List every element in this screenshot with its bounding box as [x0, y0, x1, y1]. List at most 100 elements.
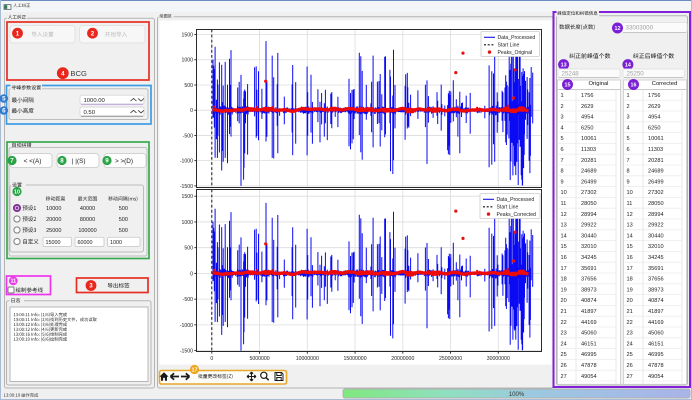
svg-text:20: 20 — [627, 298, 633, 304]
svg-text:80000: 80000 — [80, 217, 95, 223]
svg-text:Start Line: Start Line — [497, 205, 519, 211]
svg-text:38973: 38973 — [581, 287, 597, 293]
svg-text:28050: 28050 — [648, 201, 664, 207]
svg-text:4: 4 — [627, 125, 630, 131]
svg-text:27302: 27302 — [648, 190, 664, 196]
svg-text:10000: 10000 — [46, 206, 61, 212]
svg-text:60000: 60000 — [78, 240, 93, 246]
svg-text:500: 500 — [119, 228, 128, 234]
svg-text:2: 2 — [91, 30, 95, 37]
svg-text:44169: 44169 — [581, 320, 597, 326]
svg-text:1000: 1000 — [181, 220, 193, 226]
svg-text:15000000: 15000000 — [344, 356, 367, 362]
svg-text:16: 16 — [561, 255, 567, 261]
svg-text:0: 0 — [190, 108, 193, 114]
svg-text:4: 4 — [61, 70, 65, 77]
svg-text:Peaks_Corrected: Peaks_Corrected — [497, 212, 537, 218]
svg-text:30440: 30440 — [581, 233, 597, 239]
svg-text:11303: 11303 — [648, 147, 663, 153]
svg-text:1000.00: 1000.00 — [84, 98, 106, 104]
svg-text:30000000: 30000000 — [487, 356, 510, 362]
svg-text:BCG: BCG — [70, 69, 87, 78]
svg-text:Start Line: Start Line — [498, 43, 520, 49]
svg-text:45060: 45060 — [648, 331, 664, 337]
svg-text:-500: -500 — [183, 133, 193, 139]
svg-text:2629: 2629 — [581, 104, 593, 110]
svg-text:100000: 100000 — [78, 228, 96, 234]
svg-text:10000000: 10000000 — [296, 356, 319, 362]
svg-text:12: 12 — [561, 212, 567, 218]
svg-text:Original: Original — [589, 81, 609, 87]
svg-text:26: 26 — [627, 363, 633, 369]
svg-text:6: 6 — [2, 108, 6, 115]
svg-text:25248: 25248 — [562, 70, 580, 77]
svg-text:0.50: 0.50 — [84, 110, 96, 116]
svg-text:20: 20 — [561, 298, 567, 304]
svg-text:46151: 46151 — [648, 341, 664, 347]
svg-text:20000000: 20000000 — [391, 356, 414, 362]
svg-text:34245: 34245 — [581, 255, 597, 261]
svg-text:5: 5 — [627, 136, 630, 142]
svg-text:25000000: 25000000 — [439, 356, 462, 362]
svg-text:35691: 35691 — [581, 266, 597, 272]
svg-text:37656: 37656 — [581, 277, 597, 283]
svg-text:-500: -500 — [183, 297, 193, 303]
svg-text:6250: 6250 — [648, 125, 660, 131]
svg-text:9: 9 — [627, 179, 630, 185]
svg-text:22: 22 — [627, 320, 633, 326]
svg-text:17: 17 — [561, 266, 567, 272]
svg-text:28994: 28994 — [648, 212, 664, 218]
svg-text:14: 14 — [625, 63, 631, 69]
svg-text:5: 5 — [561, 136, 564, 142]
svg-text:18: 18 — [561, 277, 567, 283]
svg-text:11: 11 — [10, 279, 16, 285]
svg-text:26499: 26499 — [648, 179, 664, 185]
svg-text:40874: 40874 — [648, 298, 664, 304]
svg-text:40874: 40874 — [581, 298, 597, 304]
svg-text:8: 8 — [561, 169, 564, 175]
svg-text:9: 9 — [105, 158, 109, 165]
svg-text:22: 22 — [561, 320, 567, 326]
svg-text:25250: 25250 — [627, 70, 645, 77]
svg-text:9: 9 — [561, 179, 564, 185]
svg-text:-1500: -1500 — [180, 184, 193, 190]
svg-text:1000: 1000 — [181, 58, 193, 64]
svg-text:6: 6 — [561, 147, 564, 153]
svg-text:27302: 27302 — [581, 190, 597, 196]
svg-text:Corrected: Corrected — [652, 81, 677, 87]
svg-text:4: 4 — [561, 125, 564, 131]
svg-text:15: 15 — [565, 82, 571, 88]
svg-text:7: 7 — [10, 158, 14, 165]
svg-text:-1000: -1000 — [180, 323, 193, 329]
svg-text:7: 7 — [561, 158, 564, 164]
svg-text:11303: 11303 — [581, 147, 596, 153]
svg-text:16: 16 — [627, 255, 633, 261]
svg-text:5000000: 5000000 — [249, 356, 269, 362]
svg-text:1500: 1500 — [181, 194, 193, 200]
svg-text:35691: 35691 — [648, 266, 664, 272]
svg-text:24689: 24689 — [581, 169, 597, 175]
svg-text:20281: 20281 — [648, 158, 664, 164]
svg-text:26: 26 — [561, 363, 567, 369]
svg-text:100%: 100% — [509, 391, 525, 398]
svg-text:10: 10 — [627, 190, 633, 196]
svg-text:1756: 1756 — [648, 93, 660, 99]
svg-text:47878: 47878 — [581, 363, 597, 369]
svg-text:11: 11 — [627, 201, 633, 207]
svg-text:-1500: -1500 — [180, 348, 193, 354]
svg-text:23: 23 — [627, 331, 633, 337]
svg-text:6: 6 — [627, 147, 630, 153]
svg-text:8: 8 — [60, 158, 64, 165]
svg-text:41897: 41897 — [648, 309, 664, 315]
svg-text:13: 13 — [561, 223, 567, 229]
svg-text:10: 10 — [561, 190, 567, 196]
svg-text:-1000: -1000 — [180, 159, 193, 165]
svg-text:6250: 6250 — [581, 125, 593, 131]
svg-text:2: 2 — [627, 104, 630, 110]
svg-text:40000: 40000 — [80, 206, 95, 212]
svg-text:2629: 2629 — [648, 104, 660, 110]
svg-text:1: 1 — [561, 93, 564, 99]
svg-text:Peaks_Original: Peaks_Original — [498, 50, 533, 56]
svg-text:46151: 46151 — [581, 341, 597, 347]
svg-text:500: 500 — [184, 246, 193, 252]
